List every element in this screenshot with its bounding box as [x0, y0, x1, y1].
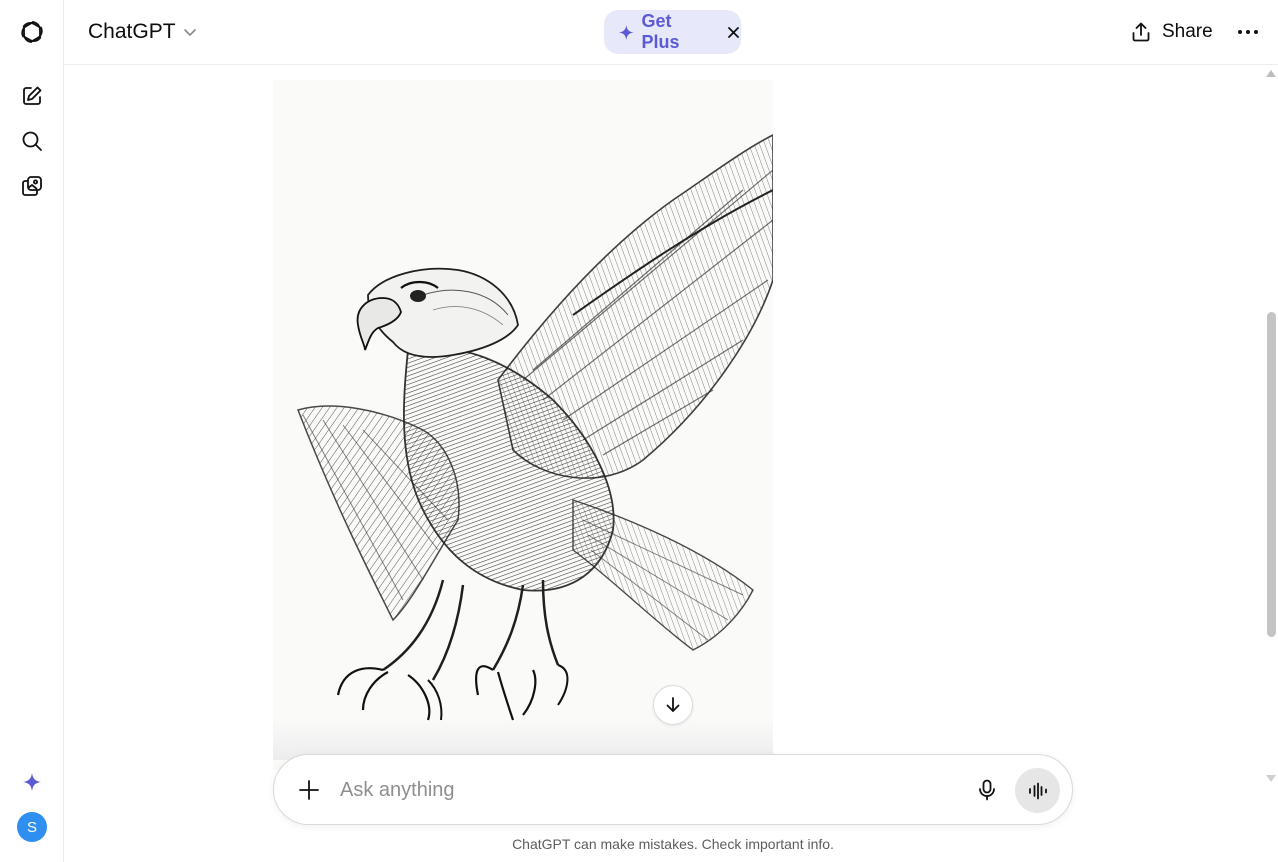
avatar[interactable]: S — [17, 812, 47, 842]
voice-mode-button[interactable] — [1015, 768, 1060, 813]
sparkle-icon — [618, 24, 634, 40]
close-icon[interactable] — [725, 24, 741, 40]
openai-logo-icon — [21, 21, 43, 43]
chevron-down-icon — [183, 29, 196, 36]
new-chat-icon — [23, 86, 42, 105]
plus-icon — [299, 780, 319, 800]
eagle-sketch-image — [273, 80, 773, 770]
share-icon — [1132, 22, 1150, 42]
more-options-button[interactable] — [1230, 14, 1266, 50]
model-picker[interactable]: ChatGPT — [80, 14, 206, 50]
dictate-button[interactable] — [968, 771, 1006, 809]
search-icon — [22, 131, 42, 151]
prompt-input[interactable] — [338, 773, 958, 807]
scroll-down-arrow-icon[interactable] — [1266, 775, 1276, 782]
openai-logo-button[interactable] — [12, 12, 52, 52]
arrow-down-icon — [666, 697, 680, 712]
get-plus-button[interactable]: Get Plus — [604, 10, 741, 54]
sidebar-rail: S — [0, 0, 64, 862]
generated-image[interactable] — [273, 80, 773, 770]
header: ChatGPT Get Plus Share — [64, 0, 1278, 65]
share-button[interactable]: Share — [1122, 14, 1221, 50]
library-button[interactable] — [12, 166, 52, 206]
get-plus-label: Get Plus — [641, 11, 680, 52]
voice-waveform-icon — [1028, 782, 1047, 799]
disclaimer-text: ChatGPT can make mistakes. Check importa… — [512, 836, 834, 852]
new-chat-button[interactable] — [12, 76, 52, 116]
more-horizontal-icon — [1238, 30, 1258, 34]
attach-button[interactable] — [290, 771, 328, 809]
avatar-initial: S — [26, 818, 37, 836]
scroll-to-bottom-button[interactable] — [653, 685, 693, 725]
scrollbar-thumb[interactable] — [1267, 312, 1276, 637]
sparkle-icon — [23, 773, 41, 791]
library-icon — [22, 176, 42, 196]
composer — [273, 754, 1073, 825]
share-label: Share — [1162, 21, 1213, 42]
search-button[interactable] — [12, 121, 52, 161]
upgrade-button[interactable] — [12, 762, 52, 802]
microphone-icon — [979, 779, 995, 801]
model-label: ChatGPT — [88, 20, 176, 43]
scroll-up-arrow-icon[interactable] — [1266, 70, 1276, 77]
